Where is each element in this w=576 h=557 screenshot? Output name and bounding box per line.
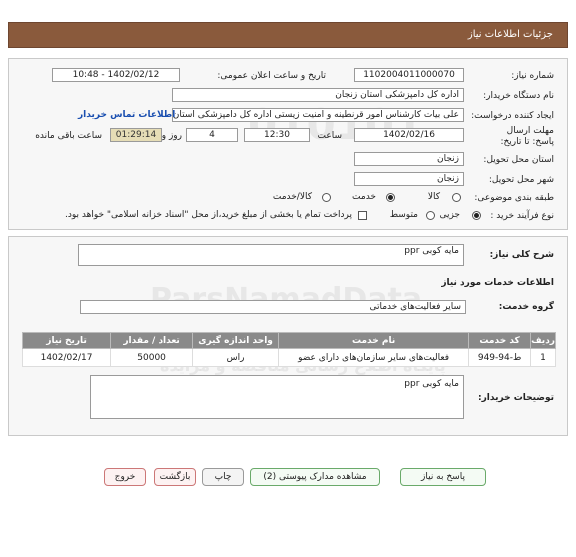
buyer-notes-field: مایه کوبی ppr (90, 375, 464, 419)
announce-datetime-label: تاریخ و ساعت اعلان عمومی: (217, 71, 326, 81)
table-row: 1 ط-94-949 فعالیت‌های سایر سازمان‌های دا… (21, 348, 556, 367)
category-option-service: خدمت (352, 192, 376, 202)
buyer-contact-link[interactable]: اطلاعات تماس خریدار (78, 110, 175, 120)
deadline-date-field: 1402/02/16 (354, 128, 464, 142)
requester-label: ایجاد کننده درخواست: (471, 111, 554, 121)
deadline-time-field: 12:30 (244, 128, 310, 142)
remaining-days-label: روز و (161, 131, 182, 141)
need-summary-field: مایه کوبی ppr (78, 244, 464, 266)
exit-button[interactable]: خروج (104, 468, 146, 486)
page-title-text: جزئیات اطلاعات نیاز (467, 29, 553, 40)
col-service-name: نام خدمت (278, 332, 470, 349)
col-unit: واحد اندازه گیری (192, 332, 280, 349)
col-row-number: ردیف (530, 332, 556, 349)
deadline-label: مهلت ارسال پاسخ: تا تاریخ: (500, 126, 554, 147)
purchase-radio-minor[interactable] (472, 211, 481, 220)
remaining-days-field: 4 (186, 128, 238, 142)
attachments-button[interactable]: مشاهده مدارک پیوستی (2) (250, 468, 380, 486)
col-service-code: کد خدمت (468, 332, 532, 349)
col-quantity: تعداد / مقدار (110, 332, 194, 349)
cell-service-name: فعالیت‌های سایر سازمان‌های دارای عضو (278, 348, 470, 367)
purchase-radio-medium[interactable] (426, 211, 435, 220)
treasury-checkbox[interactable] (358, 211, 367, 220)
category-label: طبقه بندی موضوعی: (474, 193, 554, 203)
cell-unit: راس (192, 348, 280, 367)
table-header-row: ردیف کد خدمت نام خدمت واحد اندازه گیری ت… (21, 332, 556, 349)
services-table: ردیف کد خدمت نام خدمت واحد اندازه گیری ت… (21, 332, 556, 367)
deadline-time-label: ساعت (317, 131, 343, 141)
requester-field: علی بیات کارشناس امور قرنطینه و امنیت زی… (172, 108, 464, 122)
buyer-org-field: اداره کل دامپزشکی استان زنجان (172, 88, 464, 102)
purchase-option-medium: متوسط (389, 210, 418, 220)
treasury-note: پرداخت تمام یا بخشی از مبلغ خرید،از محل … (64, 210, 352, 220)
need-summary-label: شرح کلی نیاز: (489, 250, 554, 260)
need-number-field: 1102004011000070 (354, 68, 464, 82)
page-title: جزئیات اطلاعات نیاز (8, 22, 568, 48)
city-label: شهر محل تحویل: (488, 175, 554, 185)
cell-service-code: ط-94-949 (468, 348, 532, 367)
category-radio-goods[interactable] (452, 193, 461, 202)
need-number-label: شماره نیاز: (511, 71, 554, 81)
province-field: زنجان (354, 152, 464, 166)
announce-datetime-field: 1402/02/12 - 10:48 (52, 68, 180, 82)
category-radio-service[interactable] (386, 193, 395, 202)
service-group-field: سایر فعالیت‌های خدماتی (80, 300, 466, 314)
purchase-option-minor: جزیی (439, 210, 460, 220)
remaining-time-label: ساعت باقی مانده (35, 131, 102, 141)
cell-row-number: 1 (530, 348, 556, 367)
service-group-label: گروه خدمت: (498, 302, 554, 312)
buyer-notes-label: توضیحات خریدار: (478, 393, 554, 403)
category-radio-goods-service[interactable] (322, 193, 331, 202)
print-button[interactable]: چاپ (202, 468, 244, 486)
cell-quantity: 50000 (110, 348, 194, 367)
back-button[interactable]: بازگشت (154, 468, 196, 486)
col-need-date: تاریخ نیاز (21, 332, 112, 349)
need-info-panel (8, 58, 568, 230)
purchase-type-label: نوع فرآیند خرید : (490, 211, 554, 221)
province-label: استان محل تحویل: (483, 155, 554, 165)
city-field: زنجان (354, 172, 464, 186)
buyer-org-label: نام دستگاه خریدار: (483, 91, 554, 101)
category-option-goods: کالا (427, 192, 440, 202)
remaining-time-field: 01:29:14 (110, 128, 162, 142)
cell-need-date: 1402/02/17 (21, 348, 112, 367)
reply-button[interactable]: پاسخ به نیاز (400, 468, 486, 486)
services-section-title: اطلاعات خدمات مورد نیاز (441, 278, 554, 288)
category-option-goods-service: کالا/خدمت (272, 192, 312, 202)
